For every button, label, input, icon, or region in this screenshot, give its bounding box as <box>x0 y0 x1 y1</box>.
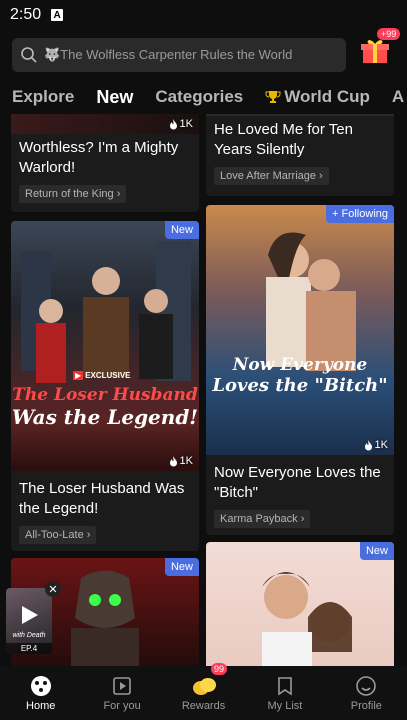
nav-label: Home <box>26 699 56 712</box>
status-time: 2:50 <box>10 6 42 23</box>
tab-explore[interactable]: Explore <box>12 87 74 107</box>
new-badge: New <box>164 221 199 239</box>
episode-label: EP.4 <box>6 643 52 654</box>
search-icon <box>21 47 37 63</box>
view-count: 1K <box>169 455 193 467</box>
search-bar[interactable]: 🐺The Wolfless Carpenter Rules the World <box>12 38 346 72</box>
cover-art <box>266 232 356 371</box>
new-badge: New <box>359 542 394 560</box>
drama-card[interactable]: ▶ EXCLUSIVE The Loser Husband Was the Leg… <box>11 221 199 551</box>
tab-world-cup[interactable]: World Cup <box>265 87 370 107</box>
search-placeholder: 🐺The Wolfless Carpenter Rules the World <box>44 47 293 62</box>
nav-for-you[interactable]: For you <box>81 666 162 720</box>
cover-brand: ▶ EXCLUSIVE <box>73 371 131 380</box>
following-badge: + Following <box>326 205 394 223</box>
cover-title: Now Everyone Loves the "Bitch" <box>212 355 388 396</box>
bottom-nav: Home For you Rewards My List Profile <box>0 666 407 720</box>
tab-world-cup-label: World Cup <box>284 87 370 106</box>
nav-my-list[interactable]: My List <box>244 666 325 720</box>
new-badge: New <box>164 558 199 576</box>
drama-card[interactable]: 1K Worthless? I'm a Mighty Warlord! Retu… <box>11 114 199 212</box>
status-notification-icon: A <box>51 9 64 21</box>
card-cover: New <box>206 542 394 666</box>
genre-tag[interactable]: Karma Payback › <box>214 510 311 528</box>
close-icon[interactable]: ✕ <box>45 581 61 597</box>
card-title: The Loser Husband Was the Legend! <box>19 480 185 517</box>
nav-label: Profile <box>350 699 382 712</box>
card-title: Worthless? I'm a Mighty Warlord! <box>19 139 179 176</box>
category-tabs: Explore New Categories World Cup A <box>0 80 407 114</box>
tab-categories[interactable]: Categories <box>155 87 243 107</box>
card-cover: Now Everyone Loves the "Bitch" + Followi… <box>206 205 394 455</box>
nav-rewards[interactable]: Rewards <box>163 666 244 720</box>
gift-badge: +99 <box>377 28 401 40</box>
cover-title: The Loser Husband Was the Legend! <box>11 385 199 429</box>
mini-cover-text: with Death <box>12 632 46 639</box>
drama-card[interactable]: New <box>206 542 394 666</box>
nav-profile[interactable]: Profile <box>326 666 407 720</box>
view-count: 1K <box>364 439 388 451</box>
card-title: He Loved Me for Ten Years Silently <box>214 121 353 158</box>
fire-icon <box>169 118 177 129</box>
play-icon <box>22 606 38 624</box>
status-bar: 2:50 A <box>0 0 407 30</box>
nav-label: My List <box>267 699 303 712</box>
home-icon <box>30 675 51 696</box>
drama-card[interactable]: He Loved Me for Ten Years Silently Love … <box>206 114 394 196</box>
gift-icon[interactable] <box>360 36 390 66</box>
card-cover: 1K <box>11 114 199 134</box>
profile-icon <box>356 675 377 696</box>
play-video-icon <box>113 676 131 695</box>
tab-new[interactable]: New <box>96 87 133 108</box>
card-cover: ▶ EXCLUSIVE The Loser Husband Was the Leg… <box>11 221 199 471</box>
rewards-badge: 99 <box>211 663 228 675</box>
card-title: Now Everyone Loves the "Bitch" <box>214 464 381 501</box>
mini-player[interactable]: with Death EP.4 <box>6 588 52 654</box>
nav-label: For you <box>103 699 141 712</box>
fire-icon <box>169 455 177 466</box>
fire-icon <box>364 439 372 450</box>
cover-art <box>262 572 352 666</box>
trophy-icon <box>265 91 281 103</box>
card-cover <box>206 114 394 116</box>
nav-home[interactable]: Home <box>0 666 81 720</box>
genre-tag[interactable]: Return of the King › <box>19 185 127 203</box>
view-count: 1K <box>169 118 193 130</box>
genre-tag[interactable]: All-Too-Late › <box>19 526 97 544</box>
tab-more[interactable]: A <box>392 87 404 107</box>
coins-icon <box>192 677 216 695</box>
bookmark-icon <box>278 676 292 695</box>
drama-feed[interactable]: 1K Worthless? I'm a Mighty Warlord! Retu… <box>0 114 407 666</box>
nav-label: Rewards <box>181 699 226 712</box>
genre-tag[interactable]: Love After Marriage › <box>214 167 329 185</box>
drama-card[interactable]: Now Everyone Loves the "Bitch" + Followi… <box>206 205 394 535</box>
cover-art <box>21 241 191 383</box>
